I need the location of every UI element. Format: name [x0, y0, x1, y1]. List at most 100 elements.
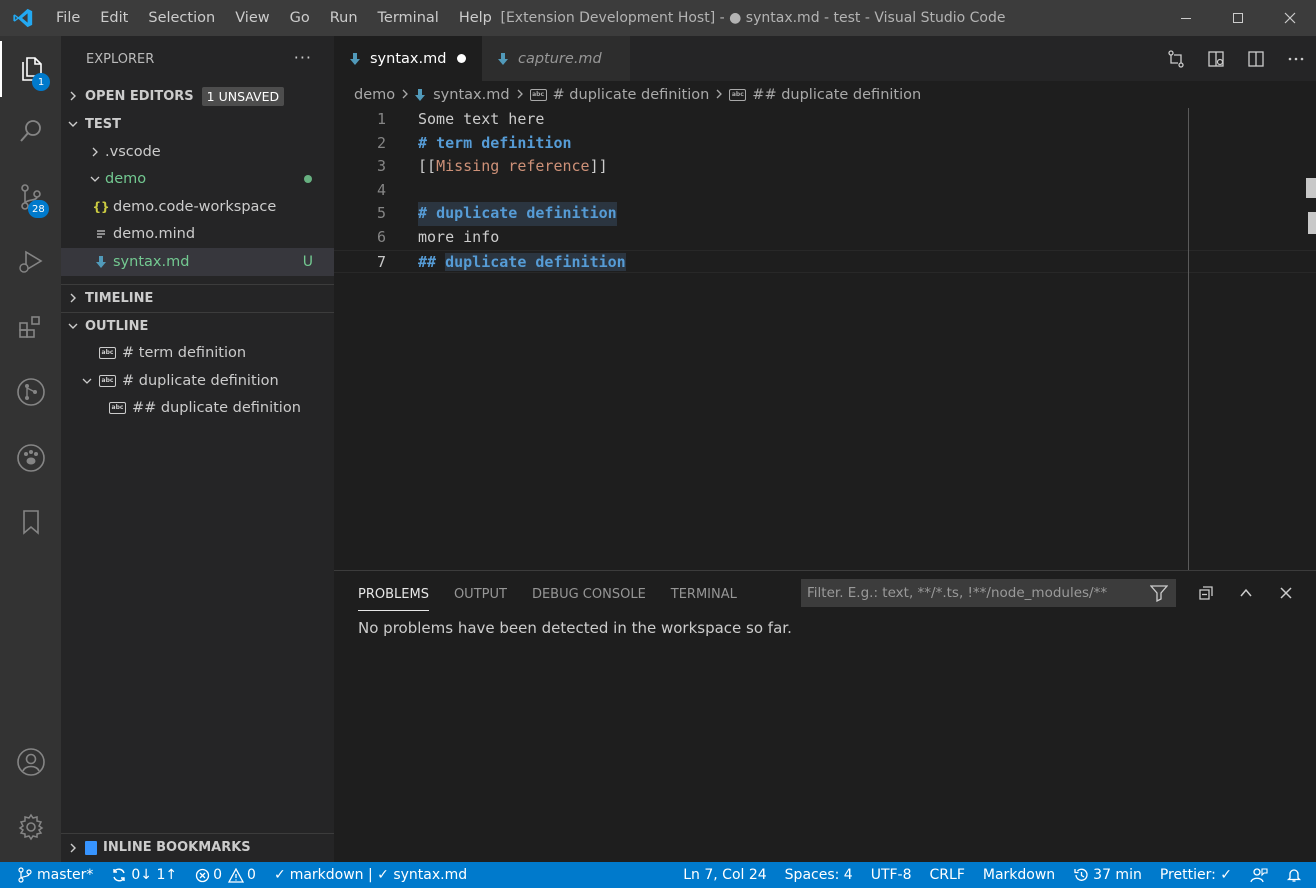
indentation-status[interactable]: Spaces: 4	[776, 862, 862, 888]
eol-status[interactable]: CRLF	[921, 862, 974, 888]
live-share-status[interactable]	[1241, 862, 1277, 888]
menu-run[interactable]: Run	[320, 0, 368, 36]
markdown-file-icon	[415, 88, 426, 101]
tab-capture-md[interactable]: capture.md	[482, 36, 630, 81]
heading-text: duplicate definition	[436, 204, 617, 223]
line-number: 5	[376, 204, 386, 223]
window-controls	[1160, 0, 1316, 36]
heading-marker: ##	[418, 252, 437, 271]
menu-file[interactable]: File	[46, 0, 90, 36]
sync-counts: 0↓ 1↑	[131, 867, 178, 883]
json-file-icon: {}	[92, 199, 110, 214]
problems-filter-input[interactable]: Filter. E.g.: text, **/*.ts, !**/node_mo…	[801, 579, 1176, 607]
split-editor-button[interactable]	[1236, 36, 1276, 81]
chevron-right-icon	[61, 91, 85, 101]
open-editors-section[interactable]: OPEN EDITORS 1 UNSAVED	[61, 82, 334, 110]
git-untracked-marker: U	[302, 253, 313, 270]
menu-go[interactable]: Go	[280, 0, 320, 36]
accounts-activity[interactable]	[0, 734, 61, 790]
language-mode[interactable]: Markdown	[974, 862, 1064, 888]
encoding-status[interactable]: UTF-8	[862, 862, 921, 888]
wiki-link-text: Missing reference	[436, 157, 590, 176]
tree-item-label: demo.mind	[113, 226, 196, 243]
scrollbar-marker[interactable]	[1306, 178, 1316, 198]
outline-section[interactable]: OUTLINE	[61, 311, 334, 340]
breadcrumb-item[interactable]: ## duplicate definition	[752, 87, 921, 103]
close-panel-button[interactable]	[1266, 579, 1306, 607]
tab-debug-console[interactable]: DEBUG CONSOLE	[532, 571, 646, 617]
maximize-panel-button[interactable]	[1226, 579, 1266, 607]
markdown-file-icon	[498, 52, 508, 65]
close-icon	[1280, 587, 1292, 599]
activity-bar: 1 28	[0, 36, 61, 862]
notifications-status[interactable]	[1277, 862, 1316, 888]
breadcrumb-item[interactable]: syntax.md	[433, 87, 509, 103]
close-window-button[interactable]	[1264, 0, 1316, 36]
explorer-activity[interactable]: 1	[0, 41, 61, 97]
warning-count: 0	[247, 867, 256, 883]
tree-item-demo-code-workspace[interactable]: {} demo.code-workspace	[61, 193, 334, 221]
source-control-activity[interactable]: 28	[0, 169, 61, 225]
search-activity[interactable]	[0, 103, 61, 159]
timeline-section[interactable]: TIMELINE	[61, 283, 334, 312]
breadcrumb-item[interactable]: # duplicate definition	[553, 87, 710, 103]
plain-text: more info	[418, 228, 500, 246]
editor-actions	[1156, 36, 1316, 81]
error-icon	[195, 868, 210, 882]
prettier-status[interactable]: Prettier: ✓	[1151, 862, 1241, 888]
scrollbar-marker[interactable]	[1308, 212, 1316, 234]
tree-item-syntax-md[interactable]: syntax.md U	[61, 248, 334, 276]
editor-ruler	[1188, 108, 1189, 570]
tree-item-demo-folder[interactable]: demo	[61, 166, 334, 194]
line-number: 2	[376, 133, 386, 152]
inline-bookmarks-section[interactable]: INLINE BOOKMARKS	[61, 833, 334, 861]
more-actions-icon[interactable]: ···	[294, 48, 312, 67]
open-changes-button[interactable]	[1156, 36, 1196, 81]
tree-item-vscode-folder[interactable]: .vscode	[61, 138, 334, 166]
tree-item-demo-mind[interactable]: demo.mind	[61, 221, 334, 249]
scm-badge: 28	[28, 200, 49, 218]
tab-label: syntax.md	[370, 50, 447, 67]
run-debug-activity[interactable]	[0, 233, 61, 289]
menu-edit[interactable]: Edit	[90, 0, 138, 36]
minimize-button[interactable]	[1160, 0, 1212, 36]
sync-status[interactable]: 0↓ 1↑	[102, 862, 186, 888]
breadcrumb-item[interactable]: demo	[354, 87, 395, 103]
sync-icon	[113, 868, 126, 882]
tab-problems[interactable]: PROBLEMS	[358, 571, 429, 617]
chevron-right-icon	[516, 87, 524, 103]
book-icon	[85, 840, 97, 855]
tab-output[interactable]: OUTPUT	[454, 571, 507, 617]
problems-status[interactable]: 0 0	[186, 862, 265, 888]
timer-status[interactable]: 37 min	[1064, 862, 1151, 888]
git-graph-activity[interactable]	[0, 364, 61, 420]
menu-view[interactable]: View	[225, 0, 279, 36]
chevron-down-icon	[61, 119, 85, 129]
markdownlint-status[interactable]: ✓ markdown | ✓ syntax.md	[265, 862, 476, 888]
menu-help[interactable]: Help	[449, 0, 502, 36]
code-line: 1 Some text here	[334, 108, 1316, 132]
menu-terminal[interactable]: Terminal	[368, 0, 449, 36]
paw-activity[interactable]	[0, 430, 61, 486]
explorer-header: EXPLORER ···	[61, 36, 334, 82]
filter-icon[interactable]	[1149, 584, 1169, 606]
branch-status[interactable]: master*	[0, 862, 102, 888]
outline-item-duplicate-definition[interactable]: abc # duplicate definition	[61, 367, 334, 395]
bookmarks-activity[interactable]	[0, 494, 61, 550]
workspace-section[interactable]: TEST	[61, 110, 334, 138]
tab-terminal[interactable]: TERMINAL	[671, 571, 737, 617]
history-icon	[1074, 868, 1088, 881]
unsaved-dot-icon[interactable]	[457, 54, 466, 63]
manage-activity[interactable]	[0, 799, 61, 855]
menu-selection[interactable]: Selection	[138, 0, 225, 36]
outline-item-sub-duplicate-definition[interactable]: abc ## duplicate definition	[61, 395, 334, 423]
outline-item-term-definition[interactable]: abc # term definition	[61, 340, 334, 368]
editor-more-button[interactable]	[1276, 36, 1316, 81]
cursor-position[interactable]: Ln 7, Col 24	[674, 862, 775, 888]
open-preview-button[interactable]	[1196, 36, 1236, 81]
extensions-activity[interactable]	[0, 299, 61, 355]
tab-syntax-md[interactable]: syntax.md	[334, 36, 482, 81]
code-line: 5 # duplicate definition	[334, 202, 1316, 226]
maximize-button[interactable]	[1212, 0, 1264, 36]
collapse-all-button[interactable]	[1186, 579, 1226, 607]
